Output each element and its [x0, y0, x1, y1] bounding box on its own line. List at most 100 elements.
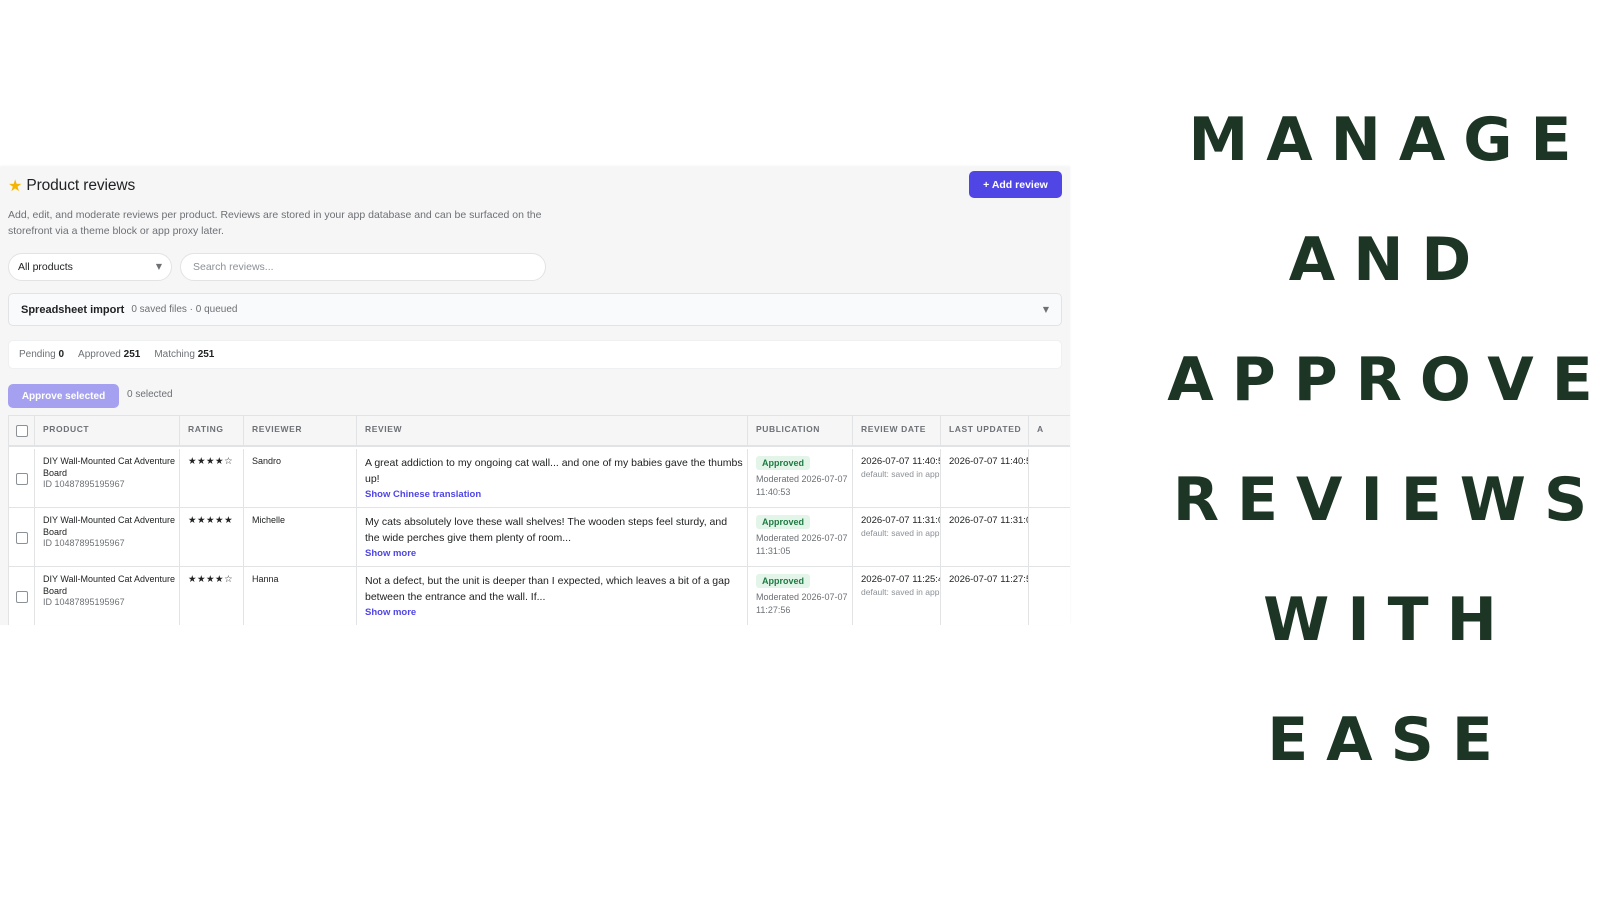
column-header-last-updated[interactable]: LAST UPDATED: [941, 416, 1029, 447]
product-id: ID 10487895195967: [43, 597, 125, 607]
row-checkbox[interactable]: [16, 591, 28, 603]
review-date: 2026-07-07 11:31:05: [861, 515, 941, 526]
import-title: Spreadsheet import: [21, 303, 125, 316]
reviews-table: PRODUCT RATING REVIEWER REVIEW PUBLICATI…: [8, 415, 1070, 625]
table-header: PRODUCT RATING REVIEWER REVIEW PUBLICATI…: [9, 416, 1070, 447]
row-checkbox[interactable]: [16, 473, 28, 485]
publication-cell: Approved Moderated 2026-07-07 11:31:05: [748, 508, 853, 567]
status-badge: Approved: [756, 515, 811, 529]
select-all-header: [9, 416, 35, 447]
review-date: 2026-07-07 11:25:43: [861, 574, 941, 585]
product-name: DIY Wall-Mounted Cat Adventure Board: [43, 515, 176, 537]
reviewer-cell: Michelle: [244, 508, 357, 567]
truncated-cell: [1029, 567, 1070, 625]
column-header-truncated[interactable]: A: [1029, 416, 1070, 447]
tagline-line: WITH: [1263, 585, 1515, 655]
review-text: A great addiction to my ongoing cat wall…: [365, 457, 743, 485]
tagline-line: MANAGE: [1188, 105, 1590, 175]
select-all-checkbox[interactable]: [16, 425, 28, 437]
chevron-down-icon[interactable]: ▼: [1043, 305, 1049, 314]
approve-selected-button[interactable]: Approve selected: [8, 384, 119, 408]
reviewer-cell: Hanna: [244, 567, 357, 625]
product-cell: DIY Wall-Mounted Cat Adventure Board ID …: [35, 567, 180, 625]
page-description: Add, edit, and moderate reviews per prod…: [8, 209, 542, 237]
show-translation-link[interactable]: Show Chinese translation: [365, 489, 747, 500]
truncated-cell: [1029, 449, 1070, 508]
search-input[interactable]: [180, 253, 546, 281]
publication-cell: Approved Moderated 2026-07-07 11:27:56: [748, 567, 853, 625]
moderated-text: Moderated 2026-07-07 11:27:56: [756, 592, 848, 615]
review-text: My cats absolutely love these wall shelv…: [365, 516, 728, 544]
table-row[interactable]: DIY Wall-Mounted Cat Adventure Board ID …: [9, 449, 1070, 508]
truncated-cell: [1029, 508, 1070, 567]
tagline-line: EASE: [1267, 705, 1511, 775]
rating-stars: ★★★★☆: [188, 574, 234, 585]
product-name: DIY Wall-Mounted Cat Adventure Board: [43, 574, 176, 596]
review-date-cell: 2026-07-07 11:31:05 default: saved in ap…: [853, 508, 941, 567]
table-row[interactable]: DIY Wall-Mounted Cat Adventure Board ID …: [9, 567, 1070, 625]
product-id: ID 10487895195967: [43, 538, 125, 548]
product-filter-select[interactable]: All products ▼: [8, 253, 172, 281]
review-cell: A great addiction to my ongoing cat wall…: [357, 449, 748, 508]
product-name: DIY Wall-Mounted Cat Adventure Board: [43, 456, 176, 478]
review-date-source: default: saved in app: [861, 469, 940, 479]
rating-cell: ★★★★★: [180, 508, 244, 567]
tagline-line: APPROVE: [1167, 345, 1600, 415]
row-select-cell: [9, 567, 35, 625]
review-text: Not a defect, but the unit is deeper tha…: [365, 575, 730, 603]
product-cell: DIY Wall-Mounted Cat Adventure Board ID …: [35, 449, 180, 508]
stat-approved: Approved 251: [78, 349, 141, 360]
review-cell: My cats absolutely love these wall shelv…: [357, 508, 748, 567]
column-header-review-date[interactable]: REVIEW DATE: [853, 416, 941, 447]
last-updated-cell: 2026-07-07 11:31:05: [941, 508, 1029, 567]
column-header-rating[interactable]: RATING: [180, 416, 244, 447]
rating-stars: ★★★★☆: [188, 456, 234, 467]
column-header-product[interactable]: PRODUCT: [35, 416, 180, 447]
last-updated: 2026-07-07 11:27:56: [949, 574, 1029, 585]
rating-stars: ★★★★★: [188, 515, 234, 526]
column-header-reviewer[interactable]: REVIEWER: [244, 416, 357, 447]
selected-count: 0 selected: [127, 389, 173, 400]
review-date-cell: 2026-07-07 11:40:53 default: saved in ap…: [853, 449, 941, 508]
moderated-text: Moderated 2026-07-07 11:31:05: [756, 533, 848, 556]
row-checkbox[interactable]: [16, 532, 28, 544]
last-updated-cell: 2026-07-07 11:40:53: [941, 449, 1029, 508]
spreadsheet-import-section[interactable]: Spreadsheet import 0 saved files · 0 que…: [8, 293, 1062, 326]
review-date-source: default: saved in app: [861, 587, 940, 597]
column-header-review[interactable]: REVIEW: [357, 416, 748, 447]
stat-matching: Matching 251: [154, 349, 215, 360]
tagline-line: REVIEWS: [1172, 465, 1600, 535]
last-updated-cell: 2026-07-07 11:27:56: [941, 567, 1029, 625]
star-icon: ★: [8, 176, 23, 195]
chevron-down-icon: ▼: [155, 262, 162, 271]
product-cell: DIY Wall-Mounted Cat Adventure Board ID …: [35, 508, 180, 567]
import-meta: 0 saved files · 0 queued: [131, 304, 238, 315]
page-header: ★ Product reviews: [8, 173, 135, 199]
row-select-cell: [9, 508, 35, 567]
add-review-button[interactable]: + Add review: [969, 171, 1062, 198]
table-row[interactable]: DIY Wall-Mounted Cat Adventure Board ID …: [9, 508, 1070, 567]
show-more-link[interactable]: Show more: [365, 548, 747, 559]
last-updated: 2026-07-07 11:40:53: [949, 456, 1029, 467]
reviewer-cell: Sandro: [244, 449, 357, 508]
status-badge: Approved: [756, 574, 811, 588]
review-cell: Not a defect, but the unit is deeper tha…: [357, 567, 748, 625]
moderated-text: Moderated 2026-07-07 11:40:53: [756, 474, 848, 497]
rating-cell: ★★★★☆: [180, 449, 244, 508]
review-date: 2026-07-07 11:40:53: [861, 456, 941, 467]
page-title: Product reviews: [26, 177, 136, 194]
review-date-source: default: saved in app: [861, 528, 940, 538]
publication-cell: Approved Moderated 2026-07-07 11:40:53: [748, 449, 853, 508]
marketing-tagline: MANAGE AND APPROVE REVIEWS WITH EASE: [1167, 100, 1592, 820]
column-header-publication[interactable]: PUBLICATION: [748, 416, 853, 447]
rating-cell: ★★★★☆: [180, 567, 244, 625]
stat-pending: Pending 0: [19, 349, 65, 360]
show-more-link[interactable]: Show more: [365, 607, 747, 618]
row-select-cell: [9, 449, 35, 508]
last-updated: 2026-07-07 11:31:05: [949, 515, 1029, 526]
review-date-cell: 2026-07-07 11:25:43 default: saved in ap…: [853, 567, 941, 625]
reviews-app-panel: ★ Product reviews + Add review Add, edit…: [0, 167, 1070, 625]
tagline-line: AND: [1288, 225, 1490, 295]
status-badge: Approved: [756, 456, 811, 470]
product-filter-value: All products: [18, 261, 73, 273]
